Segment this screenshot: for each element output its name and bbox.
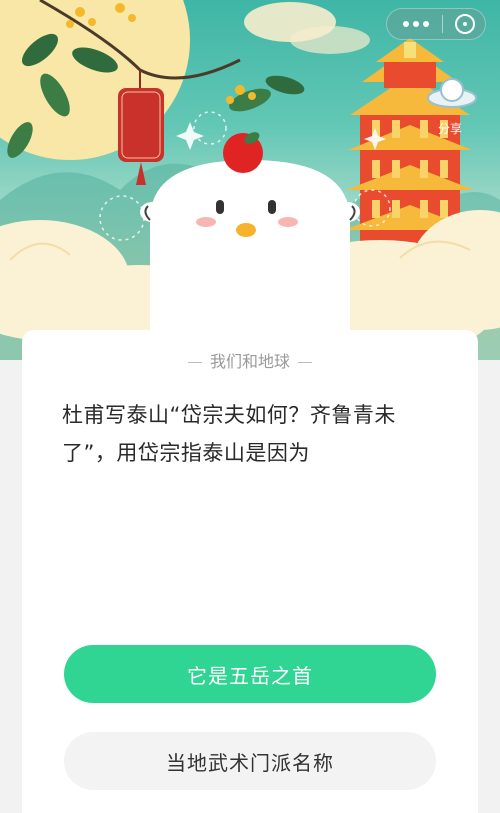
capsule-divider	[441, 15, 443, 33]
category-label: 我们和地球	[209, 352, 290, 371]
answer-option-a-label: 它是五岳之首	[187, 663, 313, 688]
answer-option-b[interactable]: 当地武术门派名称	[64, 732, 436, 790]
category-dash-right	[298, 362, 312, 363]
close-circle-icon[interactable]	[455, 14, 475, 34]
poetry-tag	[118, 88, 164, 162]
mini-program-capsule	[386, 8, 486, 40]
answer-option-b-label: 当地武术门派名称	[166, 750, 334, 775]
hero-banner: 分享	[0, 0, 500, 360]
category-dash-left	[187, 362, 202, 363]
hero-illustration	[0, 0, 500, 360]
share-label[interactable]: 分享	[438, 120, 462, 137]
answer-option-a[interactable]: 它是五岳之首	[64, 645, 436, 703]
category-heading: 我们和地球	[22, 348, 478, 372]
question-card: 我们和地球 杜甫写泰山“岱宗夫如何？齐鲁青未了”，用岱宗指泰山是因为 它是五岳之…	[22, 330, 478, 813]
question-text: 杜甫写泰山“岱宗夫如何？齐鲁青未了”，用岱宗指泰山是因为	[62, 403, 396, 465]
chick-mascot	[140, 132, 360, 330]
more-dots-icon[interactable]	[403, 21, 429, 27]
